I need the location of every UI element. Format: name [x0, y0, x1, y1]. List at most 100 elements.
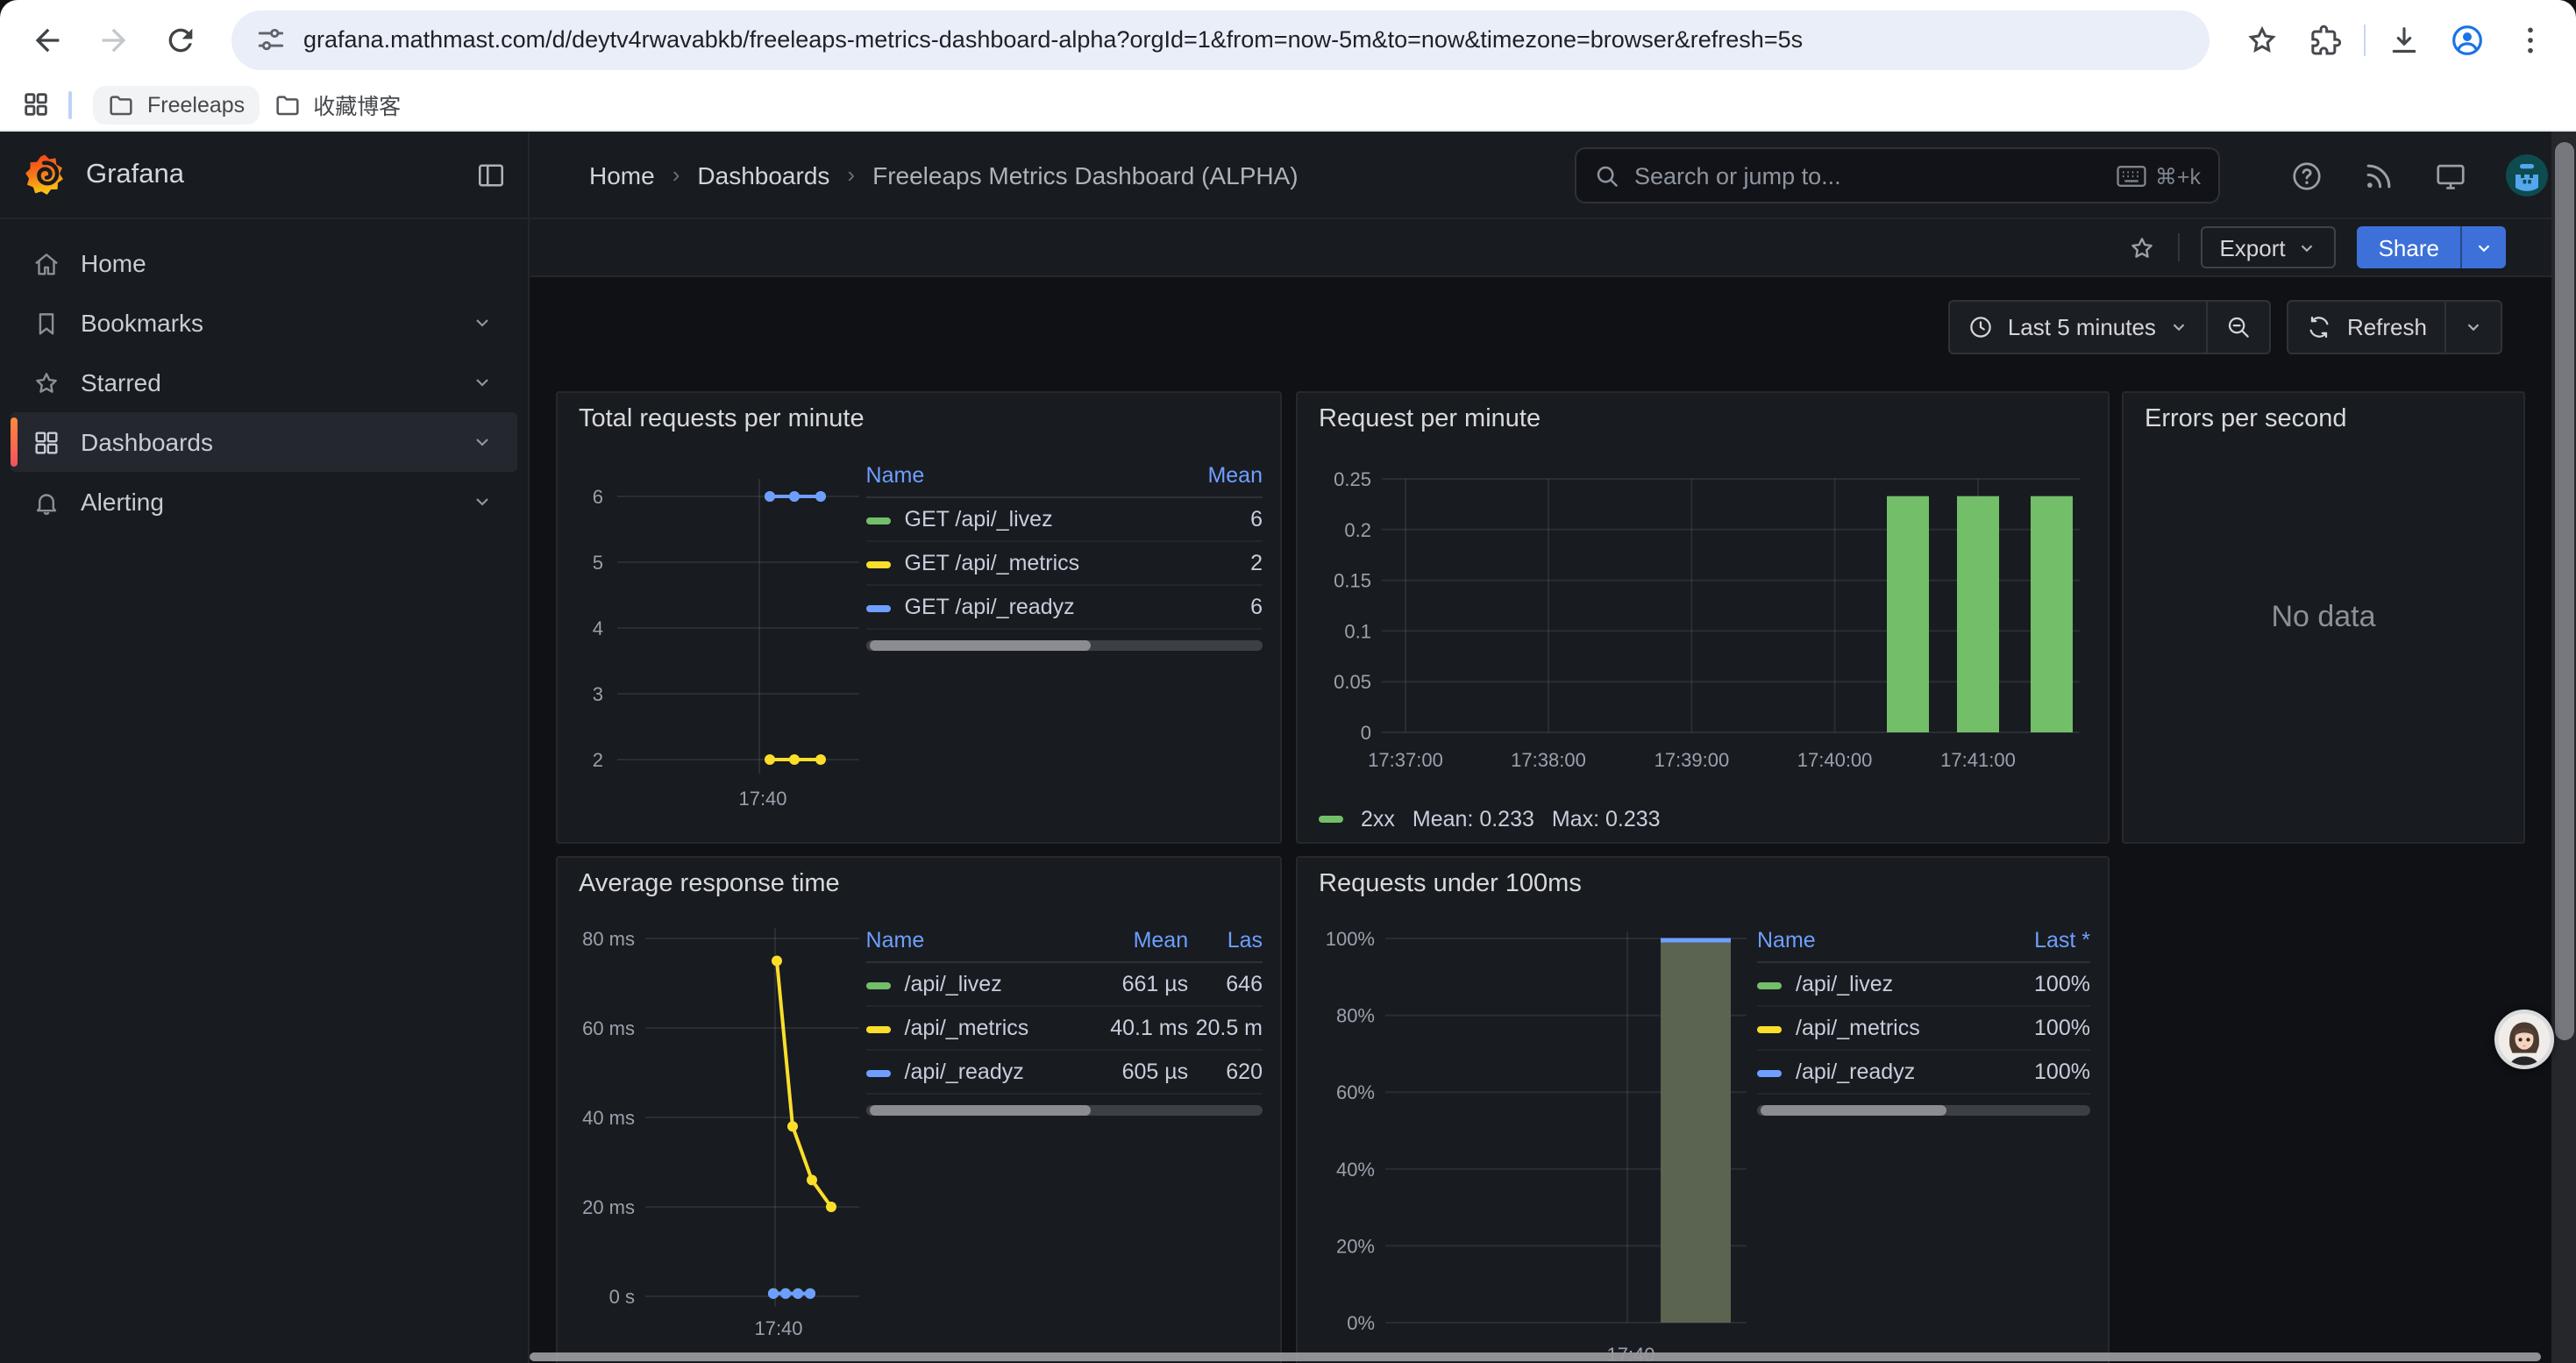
svg-text:80 ms: 80 ms [582, 928, 635, 950]
share-label[interactable]: Share [2358, 226, 2460, 268]
apps-grid-icon[interactable] [21, 89, 51, 119]
series-value: 2 [1175, 541, 1263, 585]
chevron-down-icon [472, 491, 493, 512]
svg-text:6: 6 [593, 486, 603, 508]
series-name[interactable]: /api/_livez [866, 962, 1075, 1006]
legend-scrollbar[interactable] [866, 1105, 1263, 1116]
legend-row[interactable]: /api/_readyz605 µs620 [866, 1050, 1263, 1094]
series-name[interactable]: /api/_readyz [866, 1050, 1075, 1094]
series-color-pill [1757, 1025, 1782, 1032]
series-name[interactable]: GET /api/_readyz [866, 585, 1175, 629]
favorite-star-icon[interactable] [2126, 232, 2156, 262]
svg-text:17:40: 17:40 [754, 1317, 802, 1339]
series-name[interactable]: /api/_livez [1757, 962, 1989, 1006]
legend-col-name[interactable]: Name [1757, 923, 1989, 962]
legend-row[interactable]: /api/_livez100% [1757, 962, 2090, 1006]
time-range-picker[interactable]: Last 5 minutes [1950, 302, 2207, 353]
assistant-avatar[interactable] [2494, 1009, 2555, 1070]
sidebar-item-bookmarks[interactable]: Bookmarks [11, 293, 517, 353]
panel-title[interactable]: Requests under 100ms [1319, 870, 2090, 898]
user-avatar[interactable] [2506, 154, 2548, 196]
grafana-logo[interactable] [21, 151, 68, 198]
share-menu-chevron[interactable] [2460, 226, 2506, 268]
legend-col-value[interactable]: Mean [1175, 458, 1263, 497]
legend-row[interactable]: GET /api/_livez6 [866, 497, 1263, 541]
legend-row[interactable]: /api/_livez661 µs646 [866, 962, 1263, 1006]
extensions-icon[interactable] [2308, 22, 2343, 57]
svg-text:0.25: 0.25 [1334, 468, 1371, 490]
reload-icon[interactable] [163, 22, 198, 57]
url-bar[interactable]: grafana.mathmast.com/d/deytv4rwavabkb/fr… [231, 10, 2210, 69]
svg-text:2: 2 [593, 749, 603, 771]
series-name[interactable]: 2xx [1361, 807, 1395, 831]
forward-icon[interactable] [96, 22, 132, 57]
zoom-out-button[interactable] [2207, 302, 2270, 353]
legend-row[interactable]: 2xx Mean: 0.233 Max: 0.233 [1319, 807, 1661, 831]
legend-row[interactable]: GET /api/_readyz6 [866, 585, 1263, 629]
share-button[interactable]: Share [2358, 226, 2506, 268]
breadcrumb-home[interactable]: Home [589, 161, 655, 189]
bookmark-star-icon[interactable] [2245, 22, 2280, 57]
series-color-pill [866, 981, 891, 988]
dock-sidebar-icon[interactable] [475, 159, 507, 190]
vertical-scrollbar-thumb[interactable] [2554, 142, 2573, 1040]
bookmark-label: 收藏博客 [313, 88, 401, 121]
site-settings-icon[interactable] [256, 25, 286, 54]
url-text[interactable]: grafana.mathmast.com/d/deytv4rwavabkb/fr… [303, 26, 2185, 53]
series-name[interactable]: /api/_readyz [1757, 1050, 1989, 1094]
browser-chrome: grafana.mathmast.com/d/deytv4rwavabkb/fr… [0, 0, 2576, 132]
sidebar-item-alerting[interactable]: Alerting [11, 472, 517, 532]
sidebar-item-starred[interactable]: Starred [11, 353, 517, 412]
help-icon[interactable] [2290, 159, 2323, 192]
series-value: 6 [1175, 585, 1263, 629]
legend-row[interactable]: /api/_readyz100% [1757, 1050, 2090, 1094]
series-name[interactable]: /api/_metrics [1757, 1006, 1989, 1050]
news-rss-icon[interactable] [2362, 159, 2395, 192]
series-mean: Mean: 0.233 [1413, 807, 1534, 831]
series-value: 40.1 ms [1075, 1006, 1188, 1050]
series-name[interactable]: GET /api/_metrics [866, 541, 1175, 585]
bookmark-folder-freeleaps[interactable]: Freeleaps [93, 85, 259, 124]
svg-text:80%: 80% [1336, 1005, 1375, 1027]
breadcrumb-dashboards[interactable]: Dashboards [697, 161, 829, 189]
download-icon[interactable] [2387, 22, 2422, 57]
panel-title[interactable]: Average response time [579, 870, 1263, 898]
legend-scrollbar[interactable] [1757, 1105, 2090, 1116]
legend-row[interactable]: /api/_metrics100% [1757, 1006, 2090, 1050]
profile-icon[interactable] [2450, 22, 2485, 57]
timeseries-chart[interactable]: 6543217:40 [575, 437, 866, 826]
legend-col-value[interactable]: Las [1188, 923, 1263, 962]
legend-row[interactable]: /api/_metrics40.1 ms20.5 m [866, 1006, 1263, 1050]
area-chart[interactable]: 100%80%60%40%20%0%17:40 [1315, 902, 1754, 1363]
legend-col-name[interactable]: Name [866, 458, 1175, 497]
sidebar-item-home[interactable]: Home [11, 233, 517, 293]
refresh-interval-chevron[interactable] [2444, 302, 2501, 353]
monitor-icon[interactable] [2434, 159, 2467, 192]
legend-col-name[interactable]: Name [866, 923, 1075, 962]
series-name[interactable]: /api/_metrics [866, 1006, 1075, 1050]
sidebar-item-dashboards[interactable]: Dashboards [11, 412, 517, 472]
panel-title[interactable]: Request per minute [1319, 405, 2090, 433]
search-input[interactable]: Search or jump to... ⌘+k [1575, 147, 2220, 203]
export-button[interactable]: Export [2200, 226, 2336, 268]
star-icon [11, 368, 81, 397]
back-icon[interactable] [30, 22, 65, 57]
legend-row[interactable]: GET /api/_metrics2 [866, 541, 1263, 585]
timeseries-chart[interactable]: 80 ms60 ms40 ms20 ms0 s17:40 [575, 902, 866, 1363]
bar-chart[interactable]: 0.250.20.150.10.05017:37:0017:38:0017:39… [1315, 437, 2087, 788]
refresh-button[interactable]: Refresh [2289, 302, 2444, 353]
panel-title[interactable]: Total requests per minute [579, 405, 1263, 433]
vertical-scrollbar-track[interactable] [2551, 132, 2576, 1363]
bookmark-folder-blogs[interactable]: 收藏博客 [259, 82, 415, 126]
series-name[interactable]: GET /api/_livez [866, 497, 1175, 541]
menu-kebab-icon[interactable] [2513, 22, 2548, 57]
legend-col-value[interactable]: Mean [1075, 923, 1188, 962]
legend-scrollbar[interactable] [866, 640, 1263, 651]
no-data-message: No data [2124, 393, 2523, 842]
series-value: 100% [1989, 1006, 2090, 1050]
horizontal-scrollbar[interactable] [530, 1352, 2541, 1361]
legend-col-value[interactable]: Last * [1989, 923, 2090, 962]
keyboard-icon [2117, 164, 2146, 187]
search-placeholder: Search or jump to... [1634, 162, 2103, 189]
series-value: 661 µs [1075, 962, 1188, 1006]
